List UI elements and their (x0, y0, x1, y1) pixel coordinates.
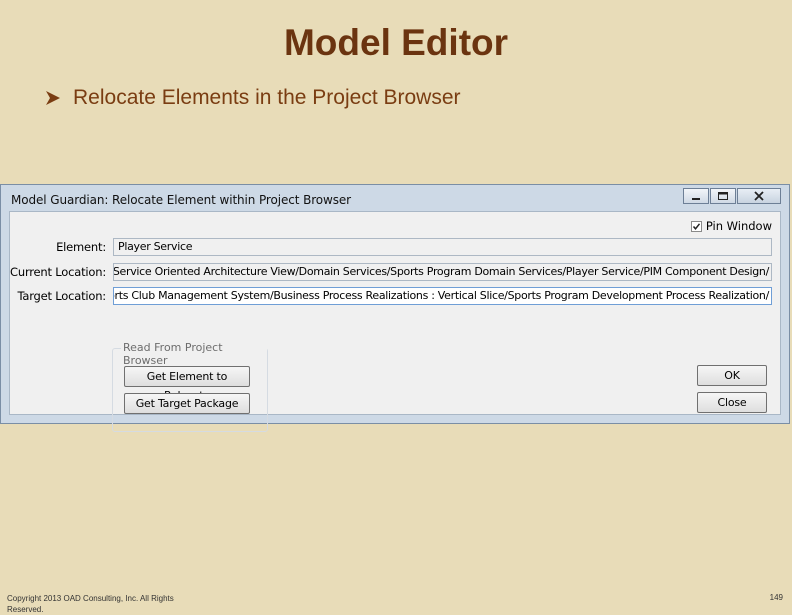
maximize-icon (718, 192, 728, 200)
slide-title: Model Editor (283, 22, 509, 63)
ok-button[interactable]: OK (697, 365, 767, 386)
minimize-icon (692, 198, 700, 200)
target-location-label: Target Location: (17, 289, 106, 303)
bullet-text: Relocate Elements in the Project Browser (73, 86, 461, 109)
page-number: 149 (769, 593, 783, 602)
read-from-browser-group: Read From Project Browser Get Element to… (112, 341, 268, 432)
maximize-button[interactable] (710, 188, 736, 204)
minimize-button[interactable] (683, 188, 709, 204)
element-label: Element: (56, 240, 106, 254)
checkbox[interactable] (690, 220, 702, 232)
element-field[interactable]: Player Service (113, 238, 772, 256)
window-controls (682, 188, 781, 204)
current-location-field[interactable]: ems Architecture/Service Oriented Archit… (113, 263, 772, 281)
current-location-value: ems Architecture/Service Oriented Archit… (113, 265, 769, 278)
dialog-title: Model Guardian: Relocate Element within … (11, 193, 352, 207)
target-location-field[interactable]: ample Project/Sports Club Management Sys… (113, 287, 772, 305)
get-target-package-button[interactable]: Get Target Package (124, 393, 250, 414)
pin-window-label: Pin Window (705, 219, 772, 233)
relocate-element-dialog: Model Guardian: Relocate Element within … (0, 184, 790, 432)
pin-window-checkbox[interactable]: Pin Window (690, 219, 772, 233)
group-label: Read From Project Browser (121, 341, 267, 367)
current-location-label: Current Location: (10, 265, 106, 279)
close-window-button[interactable] (737, 188, 781, 204)
dialog-body: Pin Window Element: Player Service Curre… (9, 211, 781, 432)
target-location-value: ample Project/Sports Club Management Sys… (114, 289, 769, 302)
close-button[interactable]: Close (697, 392, 767, 413)
dialog-titlebar[interactable]: Model Guardian: Relocate Element within … (1, 185, 789, 211)
get-element-button[interactable]: Get Element to Relocate (124, 366, 250, 402)
checkmark-icon (692, 222, 700, 230)
bullet-item: Relocate Elements in the Project Browser (44, 84, 461, 112)
arrowhead-bullet-icon (46, 91, 60, 105)
close-icon (754, 191, 764, 201)
